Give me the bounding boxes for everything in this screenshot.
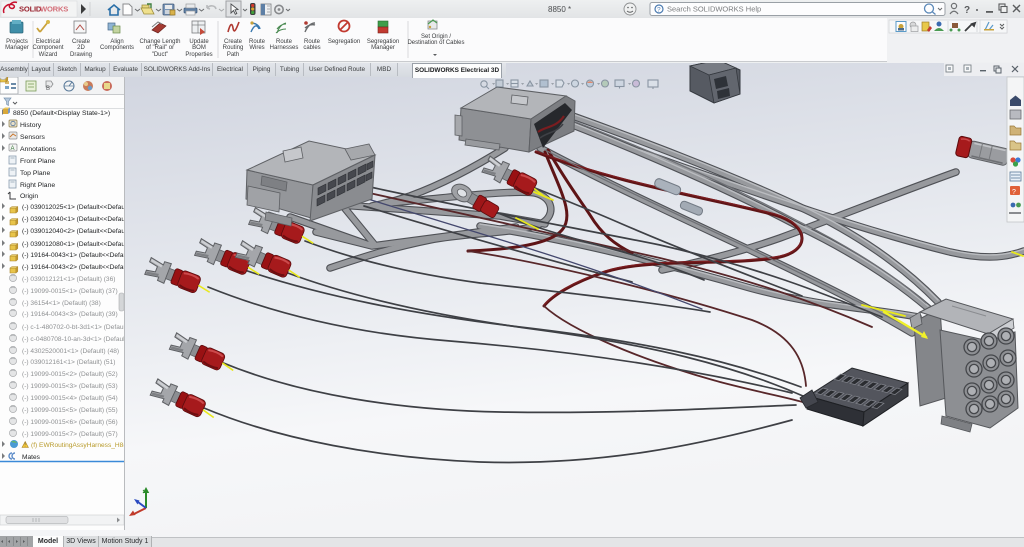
svg-text:(-) 039012040<1> (Default<<Def: (-) 039012040<1> (Default<<Default [22, 216, 124, 223]
svg-text:A: A [11, 146, 15, 152]
svg-text:(-) 19164-0043<2> (Default<<De: (-) 19164-0043<2> (Default<<Defau [22, 264, 124, 271]
svg-text:Sensors: Sensors [20, 134, 46, 141]
svg-text:(-) 039012161<1> (Default) (51: (-) 039012161<1> (Default) (51) [22, 359, 115, 366]
svg-text:SOLID: SOLID [19, 5, 42, 14]
svg-text:(-) 039012040<2> (Default<<Def: (-) 039012040<2> (Default<<Default [22, 228, 124, 235]
svg-text:Origin: Origin [20, 193, 38, 200]
svg-text:8850 *: 8850 * [548, 5, 571, 14]
svg-text:(f) EWRoutingAssyHarness_H8(: (f) EWRoutingAssyHarness_H8( [31, 442, 124, 449]
svg-text:(-) 19099-0015<2> (Default) (5: (-) 19099-0015<2> (Default) (52) [22, 371, 118, 378]
svg-text:(-) 19099-0015<5> (Default) (5: (-) 19099-0015<5> (Default) (55) [22, 407, 118, 414]
svg-text:History: History [20, 122, 42, 129]
svg-text:8850 (Default<Display State-1: 8850 (Default<Display State-1>) [13, 110, 110, 117]
svg-text:!: ! [24, 443, 25, 449]
svg-text:(-) 19099-0015<4> (Default) (5: (-) 19099-0015<4> (Default) (54) [22, 395, 118, 402]
svg-text:?: ? [964, 5, 970, 16]
svg-text:?: ? [1012, 189, 1016, 196]
svg-text:Search SOLIDWORKS Help: Search SOLIDWORKS Help [667, 5, 761, 14]
svg-text:(-) 19099-0015<7> (Default) (5: (-) 19099-0015<7> (Default) (57) [22, 431, 118, 438]
svg-text:(-) 19164-0043<1> (Default<<De: (-) 19164-0043<1> (Default<<Defau [22, 252, 124, 259]
svg-text:Annotations: Annotations [20, 146, 57, 153]
svg-text:(-) 4302520001<1> (Default) (4: (-) 4302520001<1> (Default) (48) [22, 348, 119, 355]
svg-text:Front Plane: Front Plane [20, 158, 55, 165]
svg-text:B: B [46, 86, 50, 92]
svg-text:(-) c-0480708-10-an-3d<1> (Def: (-) c-0480708-10-an-3d<1> (Default [22, 336, 124, 343]
svg-text:?: ? [657, 7, 661, 14]
svg-text:WORKS: WORKS [40, 5, 68, 14]
svg-text:(-) 19164-0043<3> (Default) (3: (-) 19164-0043<3> (Default) (39) [22, 311, 118, 318]
svg-text:(-) 039012080<1> (Default<<Def: (-) 039012080<1> (Default<<Default [22, 241, 124, 248]
svg-text:(-) 36154<1> (Default) (38): (-) 36154<1> (Default) (38) [22, 300, 101, 307]
svg-text:(-) 039012025<1> (Default<<Def: (-) 039012025<1> (Default<<Default [22, 204, 124, 211]
svg-text:(-) 19099-0015<3> (Default) (5: (-) 19099-0015<3> (Default) (53) [22, 383, 118, 390]
svg-text:Top Plane: Top Plane [20, 170, 50, 177]
svg-text:(-) 19099-0015<1> (Default) (3: (-) 19099-0015<1> (Default) (37) [22, 288, 118, 295]
svg-text:(-) 19099-0015<6> (Default) (5: (-) 19099-0015<6> (Default) (56) [22, 419, 118, 426]
svg-text:Right Plane: Right Plane [20, 182, 55, 189]
svg-text:Mates: Mates [22, 454, 41, 461]
svg-text:(-) 039012121<1> (Default) (36: (-) 039012121<1> (Default) (36) [22, 276, 115, 283]
svg-text:(-) c-1-480702-0-bt-3d1<1> (De: (-) c-1-480702-0-bt-3d1<1> (Default [22, 324, 124, 331]
